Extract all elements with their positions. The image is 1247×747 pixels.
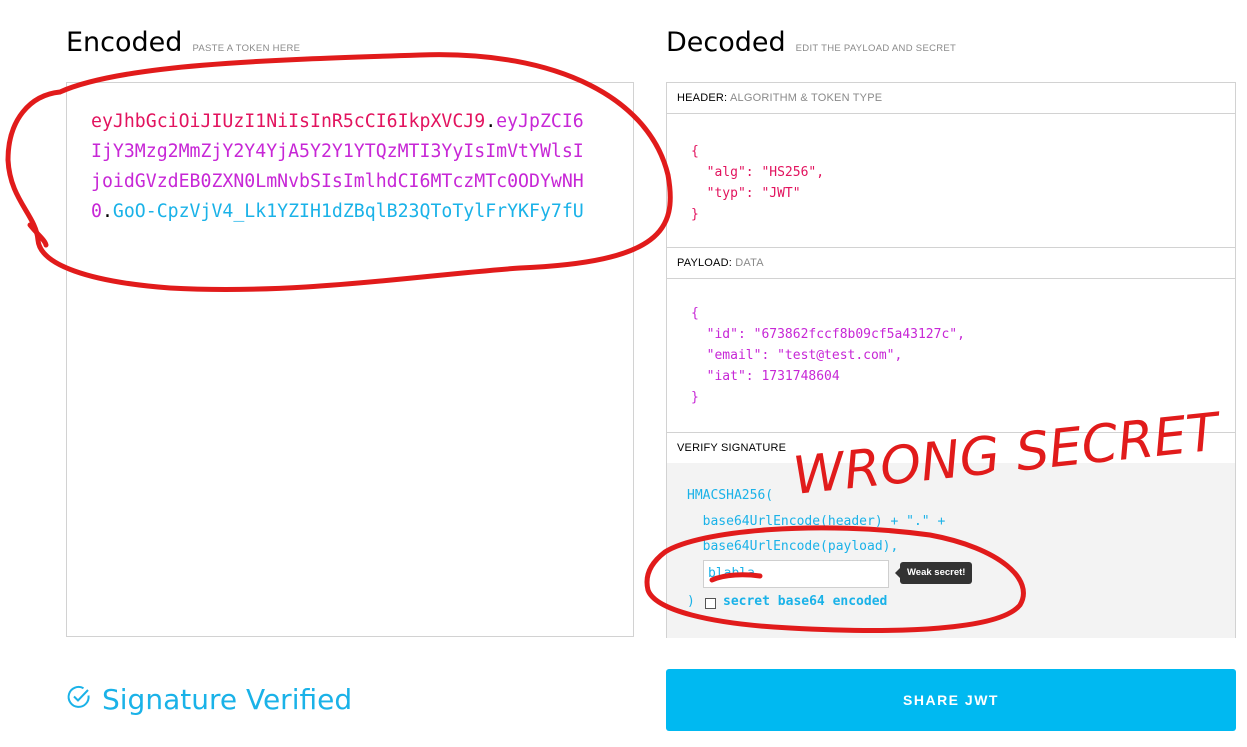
decoded-panel: HEADER: ALGORITHM & TOKEN TYPE { "alg": … <box>666 82 1236 638</box>
encoded-heading: Encoded PASTE A TOKEN HERE <box>66 27 300 58</box>
hmac-header-arg: base64UrlEncode(header) + "." + <box>687 514 946 529</box>
payload-json-editor[interactable]: { "id": "673862fccf8b09cf5a43127c", "ema… <box>691 303 965 408</box>
secret-base64-checkbox[interactable] <box>705 598 716 609</box>
code-line: "email": "test@test.com", <box>691 348 903 363</box>
hmac-payload-arg: base64UrlEncode(payload), <box>687 539 899 554</box>
hmac-close-paren: ) <box>687 594 695 609</box>
code-line: } <box>691 390 699 405</box>
payload-sublabel: DATA <box>735 257 764 269</box>
verify-section-title: VERIFY SIGNATURE <box>667 432 1235 464</box>
code-line: "id": "673862fccf8b09cf5a43127c", <box>691 327 965 342</box>
hmac-function: HMACSHA256( <box>687 488 774 503</box>
encoded-subtitle: PASTE A TOKEN HERE <box>192 43 301 54</box>
header-json-editor[interactable]: { "alg": "HS256", "typ": "JWT"} <box>691 141 824 225</box>
decoded-subtitle: EDIT THE PAYLOAD AND SECRET <box>795 43 957 54</box>
header-label: HEADER: <box>677 92 728 104</box>
code-line: { <box>691 306 699 321</box>
token-header-part: eyJhbGciOiJIUzI1NiIsInR5cCI6IkpXVCJ9 <box>91 111 486 132</box>
token-dot: . <box>485 111 497 132</box>
secret-base64-label[interactable]: secret base64 encoded <box>723 594 887 609</box>
header-section-title: HEADER: ALGORITHM & TOKEN TYPE <box>667 83 1235 114</box>
code-line: } <box>691 207 699 222</box>
check-circle-icon <box>66 684 92 715</box>
header-sublabel: ALGORITHM & TOKEN TYPE <box>729 92 883 104</box>
decoded-title: Decoded <box>666 27 786 58</box>
code-line: "iat": 1731748604 <box>691 369 840 384</box>
weak-secret-tooltip: Weak secret! <box>894 562 973 584</box>
payload-label: PAYLOAD: <box>677 257 732 269</box>
encoded-title: Encoded <box>66 27 183 58</box>
verify-label: VERIFY SIGNATURE <box>677 442 787 454</box>
signature-status: Signature Verified <box>66 683 352 716</box>
secret-input[interactable]: blabla <box>703 560 889 588</box>
code-line: "typ": "JWT" <box>691 186 801 201</box>
token-dot: . <box>101 201 113 222</box>
code-line: "alg": "HS256", <box>691 165 825 180</box>
share-jwt-button[interactable]: SHARE JWT <box>666 669 1236 731</box>
decoded-heading: Decoded EDIT THE PAYLOAD AND SECRET <box>666 27 956 58</box>
code-line: { <box>691 144 699 159</box>
token-signature-part: GoO-CpzVjV4_Lk1YZIH1dZBqlB23QToTylFrYKFy… <box>112 201 584 222</box>
payload-section-title: PAYLOAD: DATA <box>667 247 1235 279</box>
verify-signature-area: HMACSHA256( base64UrlEncode(header) + ".… <box>667 463 1235 638</box>
signature-status-text: Signature Verified <box>102 683 353 716</box>
encoded-token-editor[interactable]: eyJhbGciOiJIUzI1NiIsInR5cCI6IkpXVCJ9.eyJ… <box>66 82 634 637</box>
encoded-token-text[interactable]: eyJhbGciOiJIUzI1NiIsInR5cCI6IkpXVCJ9.eyJ… <box>91 107 591 227</box>
